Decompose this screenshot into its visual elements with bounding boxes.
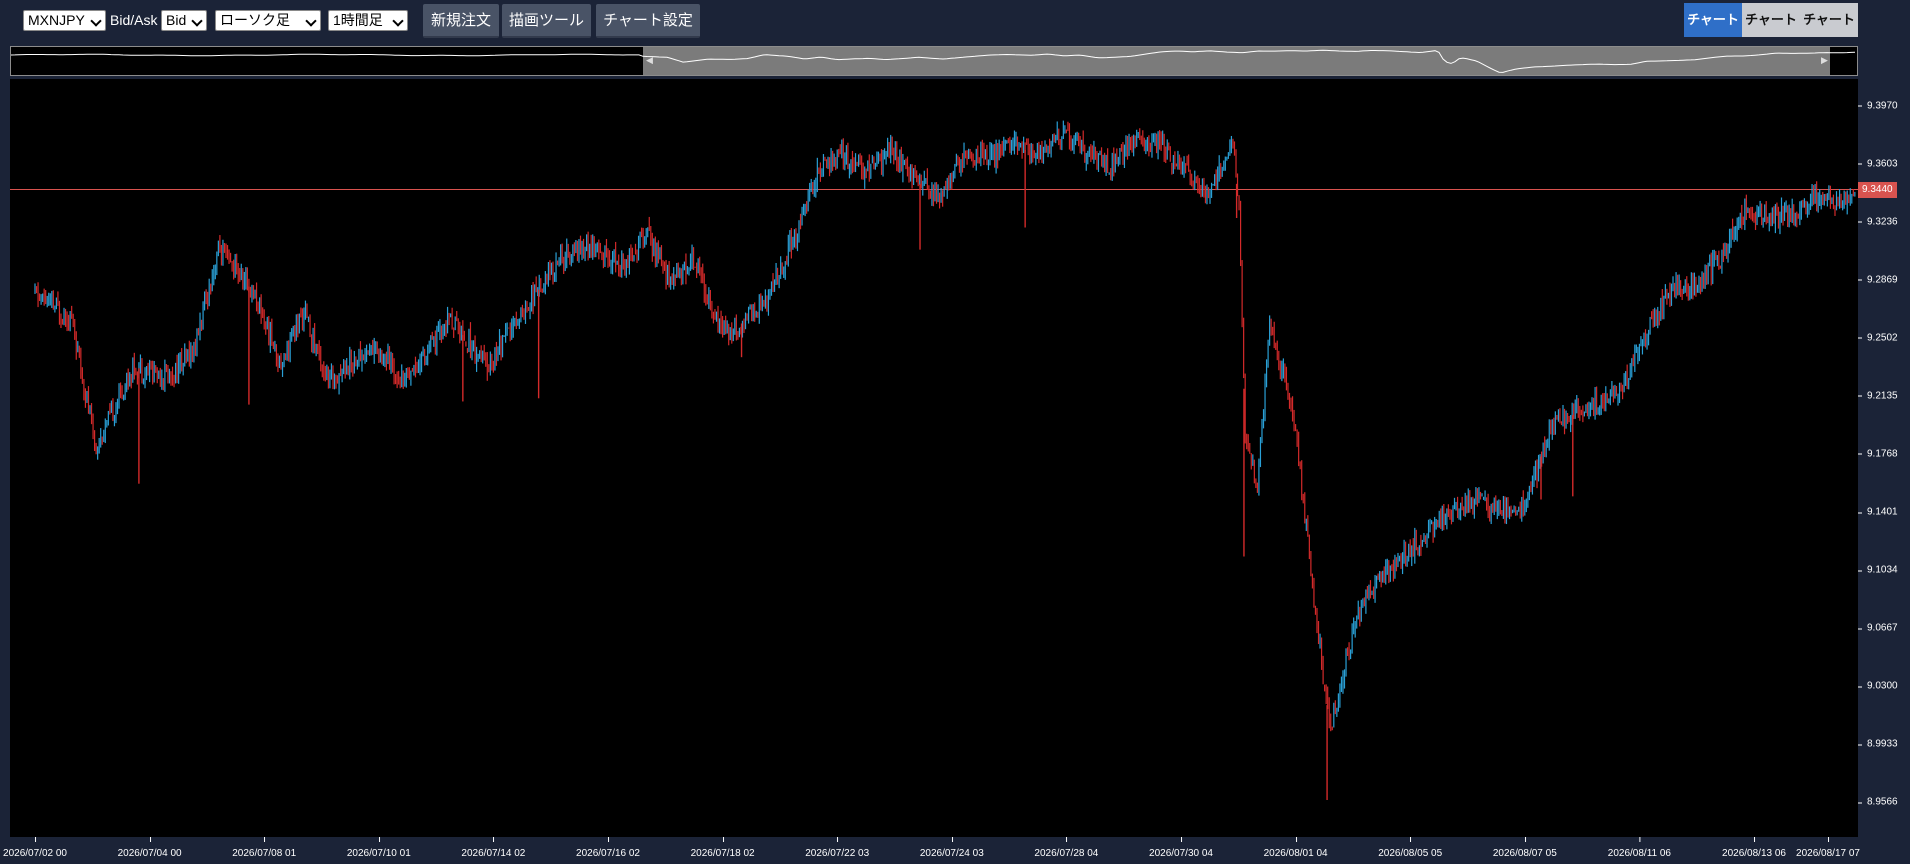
x-tick-label: 2026/07/18 02 [690, 837, 755, 859]
x-tick-label: 2026/08/01 04 [1263, 837, 1328, 859]
bidask-label: Bid/Ask [110, 12, 158, 28]
x-tick-label: 2026/07/14 02 [461, 837, 526, 859]
y-tick-label: 8.9933 [1858, 738, 1898, 750]
time-axis: 2026/07/02 00 2026/07/04 00 2026/07/08 01 2… [3, 837, 1860, 864]
navigator-line [11, 49, 1856, 73]
y-tick-label: 9.3970 [1858, 100, 1898, 112]
tab-chart-2[interactable]: チャート2 [1742, 3, 1800, 61]
navigator-right-handle[interactable]: ▶ [1821, 55, 1828, 66]
symbol-select[interactable]: MXNJPY [23, 10, 106, 31]
y-tick-label: 8.9566 [1858, 796, 1898, 808]
chevron-down-icon [392, 15, 404, 27]
x-tick-label: 2026/08/07 05 [1492, 837, 1557, 859]
y-tick-label: 9.1034 [1858, 564, 1898, 576]
x-tick-label: 2026/07/02 00 [3, 837, 67, 859]
y-tick-label: 9.2869 [1858, 274, 1898, 286]
drawing-tools-button[interactable]: 描画ツール [502, 4, 591, 38]
chart-type-select[interactable]: ローソク足 [215, 10, 321, 31]
tab-chart-1[interactable]: チャート1 [1684, 3, 1742, 61]
chevron-down-icon [305, 15, 317, 27]
x-tick-label: 2026/08/17 07 [1796, 837, 1860, 859]
price-chart[interactable] [10, 79, 1858, 837]
candlestick-plot [10, 120, 1858, 800]
bidask-select-value: Bid [166, 12, 187, 28]
new-order-button[interactable]: 新規注文 [423, 4, 499, 38]
toolbar: MXNJPY Bid/Ask Bid ローソク足 1時間足 新規注文 描画ツール… [0, 0, 1910, 61]
chevron-down-icon [90, 15, 102, 27]
y-tick-label: 9.3236 [1858, 216, 1898, 228]
bidask-select[interactable]: Bid [161, 10, 207, 31]
x-tick-label: 2026/08/11 06 [1607, 837, 1671, 859]
navigator-left-handle[interactable]: ◀ [646, 55, 653, 66]
y-tick-label: 9.0667 [1858, 622, 1898, 634]
x-tick-label: 2026/07/30 04 [1149, 837, 1213, 859]
y-tick-label: 9.2502 [1858, 332, 1898, 344]
navigator-sparkline [11, 49, 1856, 73]
x-tick-label: 2026/08/13 06 [1722, 837, 1786, 859]
x-tick-label: 2026/07/10 01 [346, 837, 411, 859]
y-tick-label: 9.0300 [1858, 680, 1898, 692]
symbol-select-value: MXNJPY [28, 12, 85, 28]
current-price-badge: 9.3440 [1858, 181, 1897, 198]
y-tick-label: 9.3603 [1858, 158, 1898, 170]
x-tick-label: 2026/07/04 00 [117, 837, 182, 859]
y-tick-label: 9.2135 [1858, 390, 1898, 402]
x-tick-label: 2026/07/28 04 [1034, 837, 1099, 859]
candles [34, 120, 1856, 800]
chart-type-select-value: ローソク足 [220, 12, 290, 28]
tab-chart-3[interactable]: チャート3 [1800, 3, 1858, 61]
chart-settings-button[interactable]: チャート設定 [596, 4, 700, 38]
x-tick-label: 2026/07/22 03 [805, 837, 870, 859]
x-tick-label: 2026/07/16 02 [576, 837, 640, 859]
x-tick-label: 2026/08/05 05 [1378, 837, 1443, 859]
y-tick-label: 9.1401 [1858, 506, 1898, 518]
chevron-down-icon [191, 15, 203, 27]
timeframe-select[interactable]: 1時間足 [328, 10, 408, 31]
x-tick-label: 2026/07/08 01 [232, 837, 297, 859]
y-tick-label: 9.1768 [1858, 448, 1898, 460]
timeframe-select-value: 1時間足 [333, 12, 383, 28]
x-tick-label: 2026/07/24 03 [919, 837, 984, 859]
chart-navigator[interactable]: ◀ ▶ [10, 46, 1858, 76]
